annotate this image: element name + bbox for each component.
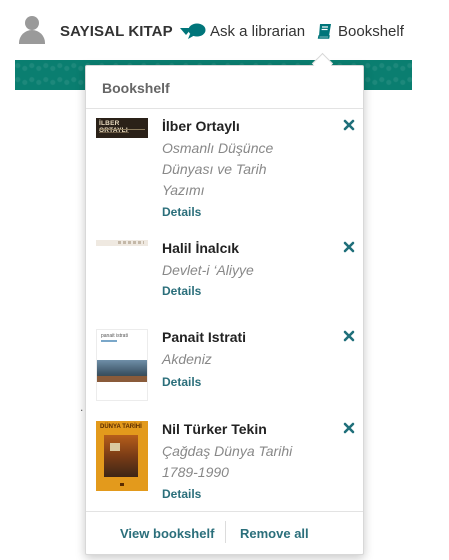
top-bar: SAYISAL KITAP Ask a librarian Bookshelf (0, 0, 449, 60)
page: SAYISAL KITAP Ask a librarian Bookshelf … (0, 0, 449, 560)
book-author: İlber Ortaylı (162, 118, 240, 134)
bookshelf-item: Halil İnalcık Devlet-i ‘Aliyye Details (86, 240, 363, 310)
book-title: Akdeniz (162, 351, 212, 367)
book-author: Nil Türker Tekin (162, 421, 267, 437)
book-title: Osmanlı Düşünce Dünyası ve Tarih Yazımı (162, 140, 274, 198)
details-link[interactable]: Details (162, 487, 201, 501)
details-link[interactable]: Details (162, 284, 201, 298)
user-avatar-icon[interactable] (18, 16, 46, 44)
book-title: Çağdaş Dünya Tarihi 1789-1990 (162, 443, 293, 480)
book-cover[interactable]: DÜNYA TARİHİ (96, 421, 148, 491)
user-menu[interactable]: SAYISAL KITAP (60, 20, 192, 42)
bookshelf-item: İLBER ORTAYLI İlber Ortaylı Osmanlı Düşü… (86, 118, 363, 228)
bookshelf-footer: View bookshelf Remove all (86, 511, 363, 554)
ask-librarian-link[interactable]: Ask a librarian (186, 20, 305, 42)
book-cover[interactable]: İLBER ORTAYLI (96, 118, 148, 138)
book-author: Halil İnalcık (162, 240, 240, 256)
remove-all-link[interactable]: Remove all (240, 526, 309, 541)
cover-text: panait istrati (101, 333, 128, 339)
details-link[interactable]: Details (162, 205, 201, 219)
close-icon[interactable] (343, 330, 355, 342)
bookshelf-dropdown: Bookshelf İLBER ORTAYLI İlber Ortaylı Os… (85, 65, 364, 555)
book-cover[interactable] (96, 240, 148, 246)
book-icon (317, 24, 331, 39)
details-link[interactable]: Details (162, 375, 201, 389)
background-fragment: . (80, 400, 84, 414)
chat-bubble-icon (188, 23, 206, 39)
user-name: SAYISAL KITAP (60, 22, 173, 40)
close-icon[interactable] (343, 422, 355, 434)
ask-librarian-label: Ask a librarian (210, 22, 306, 40)
bookshelf-label: Bookshelf (338, 22, 404, 40)
bookshelf-item: DÜNYA TARİHİ Nil Türker Tekin Çağdaş Dün… (86, 421, 363, 501)
bookshelf-title: Bookshelf (102, 80, 170, 96)
view-bookshelf-link[interactable]: View bookshelf (120, 526, 214, 541)
close-icon[interactable] (343, 241, 355, 253)
bookshelf-item: panait istrati Panait Istrati Akdeniz De… (86, 329, 363, 404)
footer-divider (225, 521, 226, 543)
book-title: Devlet-i ‘Aliyye (162, 262, 254, 278)
close-icon[interactable] (343, 119, 355, 131)
cover-text: DÜNYA TARİHİ (100, 424, 142, 430)
bookshelf-link[interactable]: Bookshelf (316, 20, 404, 42)
book-cover[interactable]: panait istrati (96, 329, 148, 401)
book-author: Panait Istrati (162, 329, 247, 345)
